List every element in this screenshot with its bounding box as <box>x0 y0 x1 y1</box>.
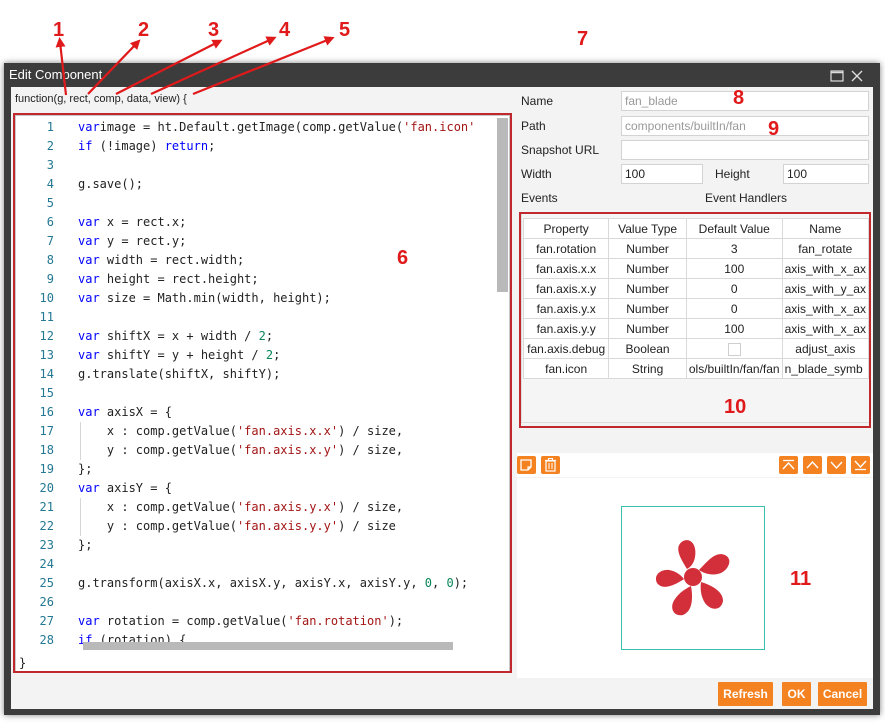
width-label: Width <box>521 167 552 181</box>
move-down-button[interactable] <box>827 456 846 474</box>
close-icon[interactable] <box>850 67 866 83</box>
preview-frame <box>621 506 765 650</box>
callout-2: 2 <box>138 19 150 41</box>
snapshot-url-label: Snapshot URL <box>521 143 600 157</box>
size-row: Width 100 Height 100 <box>521 164 873 184</box>
name-field[interactable]: fan_blade <box>621 91 869 111</box>
event-handlers-label: Event Handlers <box>705 191 788 205</box>
move-bottom-button[interactable] <box>851 456 870 474</box>
height-label: Height <box>715 167 750 181</box>
events-row: Events Event Handlers <box>521 188 873 208</box>
path-field[interactable]: components/builtIn/fan <box>621 116 869 136</box>
callout-11: 11 <box>790 568 812 590</box>
width-field[interactable]: 100 <box>621 164 703 184</box>
annotation-box-editor <box>13 113 512 673</box>
delete-property-button[interactable] <box>541 456 560 474</box>
cancel-button[interactable]: Cancel <box>818 682 867 706</box>
callout-7: 7 <box>577 28 589 50</box>
move-top-button[interactable] <box>779 456 798 474</box>
move-up-button[interactable] <box>803 456 822 474</box>
callout-10: 10 <box>724 396 747 418</box>
height-field[interactable]: 100 <box>783 164 869 184</box>
fan-blade-icon <box>655 540 730 616</box>
callout-3: 3 <box>208 19 220 41</box>
callout-9: 9 <box>768 118 780 140</box>
dialog-footer: Refresh OK Cancel <box>11 679 873 709</box>
name-label: Name <box>521 94 554 108</box>
snapshot-row: Snapshot URL <box>521 140 873 160</box>
annotation-box-table <box>519 212 871 428</box>
add-property-button[interactable] <box>517 456 536 474</box>
callout-4: 4 <box>279 19 291 41</box>
path-label: Path <box>521 119 546 133</box>
screenshot-page: 1 2 3 4 5 7 Edit Component function(g, r… <box>0 0 885 726</box>
callout-1: 1 <box>53 19 65 41</box>
callout-5: 5 <box>339 19 351 41</box>
events-label: Events <box>521 191 558 205</box>
table-toolbar <box>517 453 873 477</box>
dialog-title: Edit Component <box>9 67 103 82</box>
refresh-button[interactable]: Refresh <box>718 682 773 706</box>
snapshot-url-field[interactable] <box>621 140 869 160</box>
dialog-titlebar: Edit Component <box>4 63 880 87</box>
ok-button[interactable]: OK <box>782 682 811 706</box>
maximize-icon[interactable] <box>830 67 846 83</box>
path-row: Path components/builtIn/fan <box>521 116 873 136</box>
name-row: Name fan_blade <box>521 91 873 111</box>
component-preview <box>517 478 873 678</box>
callout-8: 8 <box>733 87 745 109</box>
callout-6: 6 <box>397 247 409 269</box>
function-signature: function(g, rect, comp, data, view) { <box>15 93 187 105</box>
